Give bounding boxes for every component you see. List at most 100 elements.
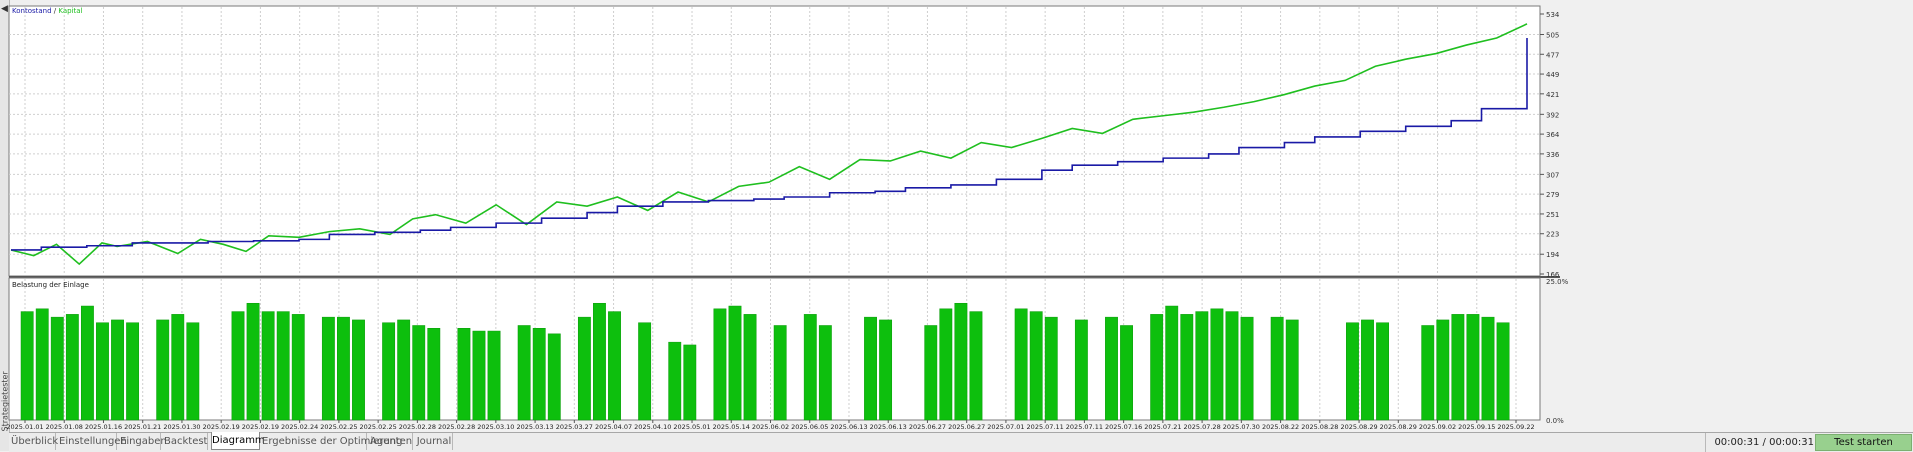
load-bar <box>608 311 621 421</box>
timer-readout: 00:00:31 / 00:00:31 <box>1705 433 1814 452</box>
tab-überblick[interactable]: Überblick <box>11 433 58 450</box>
bottom-tab-bar: Überblick Einstellungen Eingaben Backtest Di… <box>9 432 1913 452</box>
y-tick-label: 534 <box>1546 11 1560 19</box>
tab-eingaben[interactable]: Eingaben <box>120 433 167 450</box>
load-bar <box>713 308 727 421</box>
load-bar <box>1346 322 1359 421</box>
load-bar <box>1466 314 1480 421</box>
load-bar <box>1376 322 1389 421</box>
tab-diagramm[interactable]: Diagramm <box>211 432 265 450</box>
tab-journal[interactable]: Journal <box>416 433 453 450</box>
y-tick-label: 421 <box>1546 91 1559 99</box>
load-bar <box>291 314 305 421</box>
x-tick-label: 2025.07.28 <box>1183 423 1220 431</box>
x-tick-label: 2025.09.02 <box>1419 423 1456 431</box>
x-tick-label: 2025.03.10 <box>477 423 514 431</box>
load-bar <box>803 314 817 421</box>
x-tick-label: 2025.08.29 <box>1340 423 1377 431</box>
load-bar <box>276 311 290 421</box>
load-bar <box>231 311 245 421</box>
x-tick-label: 2025.02.25 <box>320 423 357 431</box>
load-bar <box>1225 311 1239 421</box>
y-tick-label: 279 <box>1546 191 1559 199</box>
legend-balance-label: Kontostand <box>12 7 52 15</box>
load-bar <box>668 341 682 421</box>
load-bar <box>924 325 938 421</box>
x-tick-label: 2025.01.16 <box>85 423 122 431</box>
load-bar <box>472 330 486 421</box>
load-bar <box>65 314 79 421</box>
x-tick-label: 2025.02.19 <box>203 423 240 431</box>
tab-backtest[interactable]: Backtest <box>164 433 208 450</box>
y-tick-label: 364 <box>1546 131 1560 139</box>
x-tick-label: 2025.02.25 <box>360 423 397 431</box>
tab-agenten[interactable]: Agenten <box>370 433 413 450</box>
x-tick-label: 2025.04.10 <box>634 423 671 431</box>
y-tick-label: 194 <box>1546 251 1560 259</box>
load-bar <box>96 322 109 421</box>
load-bar <box>547 333 561 421</box>
load-bar <box>1210 308 1224 421</box>
load-bar <box>683 344 697 421</box>
x-tick-label: 2025.02.28 <box>399 423 436 431</box>
x-tick-label: 2025.03.13 <box>516 423 553 431</box>
load-bar <box>1029 311 1043 421</box>
tab-ergebnisse-der-optimierung[interactable]: Ergebnisse der Optimierung <box>262 433 402 450</box>
load-bar <box>382 322 396 421</box>
load-bar <box>1240 316 1254 421</box>
load-bar <box>1361 319 1374 421</box>
load-bar <box>517 325 531 421</box>
x-tick-label: 2025.01.30 <box>163 423 200 431</box>
load-bar <box>1496 322 1510 421</box>
load-bar <box>457 328 471 421</box>
load-bar <box>1014 308 1028 421</box>
load-bar <box>773 325 787 421</box>
load-bar <box>261 311 275 421</box>
x-axis: 2025.01.01 2025.01.08 2025.01.16 2025.01.21… <box>6 420 1535 431</box>
load-bar <box>1285 319 1299 421</box>
load-bar <box>532 328 546 421</box>
load-bar <box>1451 314 1465 421</box>
load-bar <box>111 319 124 421</box>
load-bar <box>879 319 893 421</box>
load-bar <box>337 316 350 421</box>
x-tick-label: 2025.05.14 <box>713 423 750 431</box>
load-bar <box>427 328 441 421</box>
x-tick-label: 2025.01.21 <box>124 423 161 431</box>
load-bar <box>728 305 742 421</box>
load-bar <box>1421 325 1435 421</box>
x-tick-label: 2025.01.08 <box>46 423 83 431</box>
x-tick-label: 2025.08.29 <box>1380 423 1417 431</box>
load-bar <box>156 319 170 421</box>
x-tick-label: 2025.09.15 <box>1458 423 1495 431</box>
x-tick-label: 2025.04.07 <box>595 423 632 431</box>
x-tick-label: 2025.07.11 <box>1027 423 1064 431</box>
x-tick-label: 2025.07.21 <box>1144 423 1181 431</box>
main-chart-frame <box>8 5 1541 277</box>
load-chart-panel: Belastung der Einlage 25.0% 0.0% <box>8 277 1569 425</box>
start-test-button[interactable]: Test starten <box>1815 434 1912 451</box>
x-tick-label: 2025.07.30 <box>1223 423 1260 431</box>
load-bar <box>954 302 968 421</box>
x-tick-label: 2025.08.22 <box>1262 423 1299 431</box>
y-tick-label: 336 <box>1546 151 1560 159</box>
x-tick-label: 2025.05.01 <box>673 423 710 431</box>
load-bar <box>577 316 591 421</box>
legend-separator: / <box>52 7 59 15</box>
load-bar <box>186 322 200 421</box>
load-bar <box>1270 316 1284 421</box>
x-tick-label: 2025.06.27 <box>909 423 946 431</box>
legend-equity-label: Kapital <box>58 7 82 15</box>
load-bar <box>35 308 49 421</box>
x-tick-label: 2025.08.28 <box>1301 423 1338 431</box>
chart-area: 5345054774494213923643363072792512231941… <box>6 5 1569 431</box>
load-bar <box>969 311 983 421</box>
load-bar <box>1105 316 1118 421</box>
y-tick-label: 251 <box>1546 211 1559 219</box>
x-tick-label: 2025.06.13 <box>870 423 907 431</box>
load-y-min-label: 0.0% <box>1546 417 1564 425</box>
load-bar <box>939 308 953 421</box>
x-tick-label: 2025.02.28 <box>438 423 475 431</box>
y-tick-label: 392 <box>1546 111 1559 119</box>
tab-einstellungen[interactable]: Einstellungen <box>59 433 127 450</box>
